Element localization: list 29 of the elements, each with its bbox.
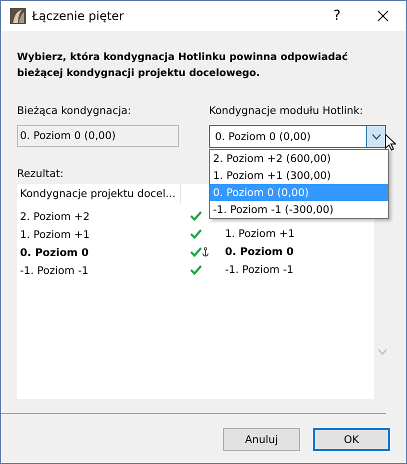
dropdown-option[interactable]: -1. Poziom -1 (-300,00) xyxy=(210,201,388,218)
anchor-icon xyxy=(202,247,209,257)
field-label: Kondygnacje modułu Hotlink: xyxy=(209,105,364,119)
table-cell: 2. Poziom +2 xyxy=(20,210,90,222)
checkmark-icon xyxy=(190,265,202,275)
cancel-button[interactable]: Anuluj xyxy=(223,428,300,451)
checkmark-icon xyxy=(190,247,202,257)
table-cell: 0. Poziom 0 xyxy=(225,246,294,258)
result-label: Rezultat: xyxy=(17,168,64,182)
current-level-field: 0. Poziom 0 (0,00) xyxy=(17,125,179,147)
column-header[interactable]: Kondygnacje projektu docel... xyxy=(17,184,181,203)
chevron-down-icon xyxy=(372,134,380,140)
dropdown-option[interactable]: 1. Poziom +1 (300,00) xyxy=(210,167,388,184)
table-cell: 1. Poziom +1 xyxy=(225,228,295,240)
checkmark-icon xyxy=(190,211,202,221)
app-logo-icon xyxy=(10,8,26,24)
window-title: Łączenie pięter xyxy=(32,9,125,23)
instruction-text: Wybierz, która kondygnacja Hotlinku powinna odpowiadać bieżącej kondygnacji projektu docelowego. xyxy=(17,51,349,81)
table-cell: -1. Poziom -1 xyxy=(225,264,294,276)
field-label: Bieżąca kondygnacja: xyxy=(17,105,132,119)
ok-button[interactable]: OK xyxy=(313,428,390,451)
table-cell: 1. Poziom +1 xyxy=(20,228,90,240)
dropdown-option[interactable]: 2. Poziom +2 (600,00) xyxy=(210,150,388,167)
checkmark-icon xyxy=(190,229,202,239)
table-cell: -1. Poziom -1 xyxy=(20,264,88,276)
help-button[interactable]: ? xyxy=(314,1,360,31)
close-icon xyxy=(377,10,389,22)
dropdown-button[interactable] xyxy=(366,126,385,147)
table-cell: 0. Poziom 0 xyxy=(20,246,89,258)
